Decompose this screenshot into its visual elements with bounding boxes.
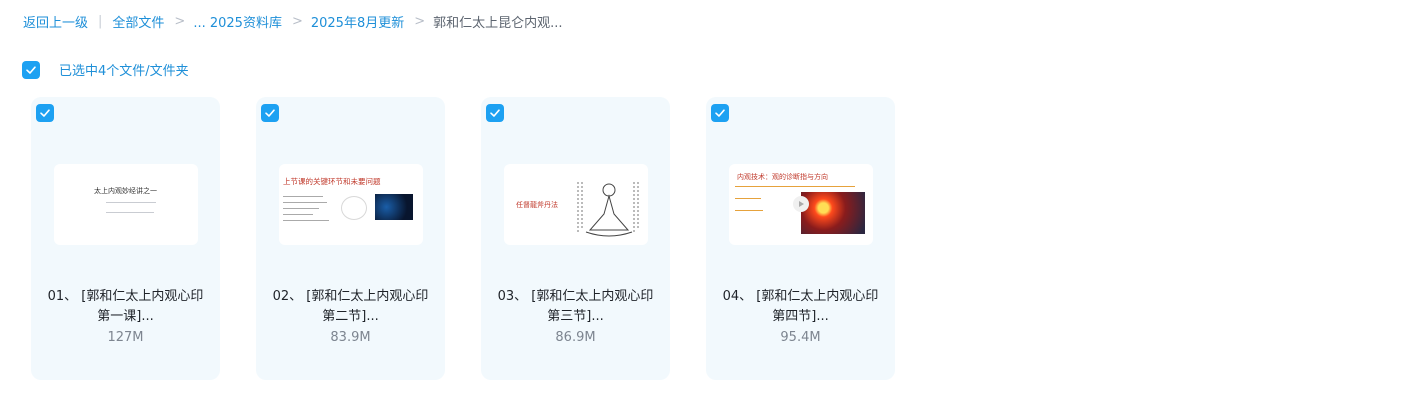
back-link[interactable]: 返回上一级 xyxy=(23,12,88,31)
file-name[interactable]: 01、 [郭和仁太上内观心印 第一课]... xyxy=(39,287,212,327)
breadcrumb-library[interactable]: ... 2025资料库 xyxy=(193,12,282,31)
file-card[interactable]: 任督龍斧丹法 03、 [郭和仁太上内观心印 第三节]... 86.9M xyxy=(481,97,670,380)
file-thumbnail[interactable]: 任督龍斧丹法 xyxy=(504,164,648,245)
check-icon xyxy=(265,109,275,117)
file-thumbnail[interactable]: 内观技术：观的诊断指与方向 xyxy=(729,164,873,245)
file-checkbox[interactable] xyxy=(711,104,729,122)
meditation-figure-illustration xyxy=(577,182,639,237)
file-card[interactable]: 太上内观妙经讲之一 01、 [郭和仁太上内观心印 第一课]... 127M xyxy=(31,97,220,380)
file-thumbnail[interactable]: 上节课的关键环节和未要问题 xyxy=(279,164,423,245)
select-all-row: 已选中4个文件/文件夹 xyxy=(22,60,189,79)
check-icon xyxy=(26,65,36,74)
file-size: 127M xyxy=(107,330,144,345)
file-card[interactable]: 内观技术：观的诊断指与方向 04、 [郭和仁太上内观心印 第四节]... 95.… xyxy=(706,97,895,380)
file-name[interactable]: 04、 [郭和仁太上内观心印 第四节]... xyxy=(714,287,887,327)
thumbnail-title: 内观技术：观的诊断指与方向 xyxy=(737,173,828,181)
breadcrumb: 返回上一级 | 全部文件 > ... 2025资料库 > 2025年8月更新 >… xyxy=(23,11,563,31)
diagram-figure xyxy=(341,196,367,220)
sunset-image xyxy=(801,192,865,234)
file-checkbox[interactable] xyxy=(36,104,54,122)
file-checkbox[interactable] xyxy=(486,104,504,122)
chevron-right-icon: > xyxy=(414,13,426,29)
earth-image xyxy=(375,194,413,220)
chevron-right-icon: > xyxy=(291,13,303,29)
file-checkbox[interactable] xyxy=(261,104,279,122)
breadcrumb-all-files[interactable]: 全部文件 xyxy=(112,12,164,31)
check-icon xyxy=(715,109,725,117)
selection-count-label: 已选中4个文件/文件夹 xyxy=(59,64,189,79)
check-icon xyxy=(490,109,500,117)
file-card[interactable]: 上节课的关键环节和未要问题 02、 [郭和仁太上内观心印 第二节]... 83.… xyxy=(256,97,445,380)
thumbnail-title: 太上内观妙经讲之一 xyxy=(94,187,157,195)
breadcrumb-divider: | xyxy=(98,13,103,29)
check-icon xyxy=(40,109,50,117)
breadcrumb-current: 郭和仁太上昆仑内观... xyxy=(433,15,563,31)
select-all-checkbox[interactable] xyxy=(22,60,40,79)
thumbnail-title: 任督龍斧丹法 xyxy=(516,201,558,209)
chevron-right-icon: > xyxy=(174,13,186,29)
file-name[interactable]: 03、 [郭和仁太上内观心印 第三节]... xyxy=(489,287,662,327)
file-size: 95.4M xyxy=(780,330,821,345)
file-name[interactable]: 02、 [郭和仁太上内观心印 第二节]... xyxy=(264,287,437,327)
thumbnail-title: 上节课的关键环节和未要问题 xyxy=(283,177,381,186)
play-icon xyxy=(793,196,809,212)
file-thumbnail[interactable]: 太上内观妙经讲之一 xyxy=(54,164,198,245)
file-size: 86.9M xyxy=(555,330,596,345)
file-size: 83.9M xyxy=(330,330,371,345)
breadcrumb-month[interactable]: 2025年8月更新 xyxy=(311,12,404,31)
